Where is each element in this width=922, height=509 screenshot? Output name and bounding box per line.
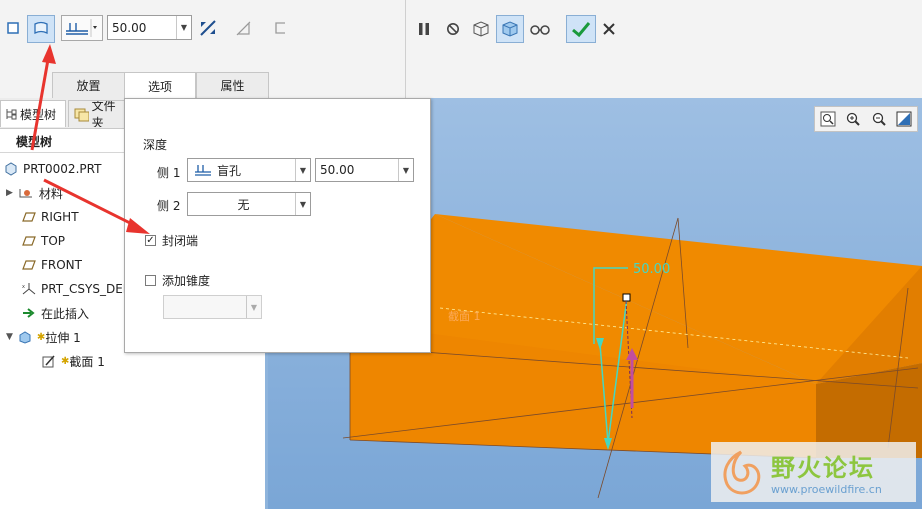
thicken-icon[interactable] <box>268 16 292 40</box>
depth-value[interactable]: 50.00 <box>108 21 176 35</box>
collapse-arrow-icon[interactable]: ▼ <box>6 332 13 342</box>
tree-item-material[interactable]: ▶ 材料 <box>6 183 63 203</box>
glasses-icon[interactable] <box>528 17 552 41</box>
tab-properties[interactable]: 属性 <box>196 72 269 98</box>
datum-plane-icon <box>22 260 36 270</box>
add-taper-option[interactable]: 添加锥度 <box>145 272 210 289</box>
tree-item-label: 拉伸 1 <box>45 330 81 345</box>
tree-root[interactable]: PRT0002.PRT <box>4 159 101 179</box>
tab-folder-label: 文件夹 <box>91 100 116 127</box>
expand-arrow-icon[interactable]: ▶ <box>6 188 13 198</box>
side1-depth-value[interactable]: 50.00 <box>316 163 398 177</box>
tree-item-label: TOP <box>41 234 66 248</box>
tree-item-label: FRONT <box>41 258 82 272</box>
chevron-down-icon[interactable]: ▼ <box>295 193 310 215</box>
tree-item-csys[interactable]: x PRT_CSYS_DEF <box>22 279 130 299</box>
depth-value-combo[interactable]: 50.00 ▼ <box>107 15 192 40</box>
tree-item-label: RIGHT <box>41 210 79 224</box>
svg-text:x: x <box>22 284 25 290</box>
options-panel: 深度 侧 1 盲孔 ▼ 50.00 ▼ 侧 2 无 ▼ ✓ 封闭端 添加锥度 ▼ <box>124 98 431 353</box>
folder-icon <box>74 108 89 122</box>
tab-options-label: 选项 <box>147 79 172 94</box>
watermark-name: 野火论坛 <box>771 454 875 482</box>
flip-direction-icon[interactable] <box>196 16 220 40</box>
datum-plane-icon <box>22 212 36 222</box>
dimension-label[interactable]: 50.00 <box>633 262 670 277</box>
tree-item-label: 在此插入 <box>41 306 90 321</box>
extrude-icon <box>19 331 31 344</box>
chevron-down-icon: ▼ <box>246 296 261 318</box>
material-icon <box>19 189 32 198</box>
zoom-in-icon[interactable] <box>845 111 861 127</box>
chevron-down-icon[interactable]: ▼ <box>176 16 191 39</box>
remove-material-icon[interactable] <box>231 16 255 40</box>
tree-item-right[interactable]: RIGHT <box>22 207 79 227</box>
new-feature-star-icon: ✱ <box>36 331 46 343</box>
csys-icon: x <box>22 283 36 295</box>
insert-arrow-icon <box>23 308 35 318</box>
tree-item-label: 材料 <box>38 186 63 201</box>
taper-angle-combo: ▼ <box>163 295 262 319</box>
refit-icon[interactable] <box>820 111 836 127</box>
tree-item-insert-here[interactable]: 在此插入 <box>22 303 89 323</box>
no-preview-icon[interactable] <box>441 17 465 41</box>
chevron-down-icon[interactable]: ▼ <box>398 159 413 181</box>
model-tree-header: 模型树 <box>16 135 53 149</box>
drag-handle[interactable] <box>622 293 631 302</box>
blind-depth-icon[interactable] <box>61 15 103 41</box>
surface-icon[interactable] <box>27 15 55 43</box>
solid-icon[interactable] <box>2 17 24 39</box>
side1-depth-value-combo[interactable]: 50.00 ▼ <box>315 158 414 182</box>
capped-ends-option[interactable]: ✓ 封闭端 <box>145 232 198 249</box>
tab-options[interactable]: 选项 <box>124 72 196 99</box>
add-taper-label: 添加锥度 <box>162 274 211 288</box>
side2-depth-type-select[interactable]: 无 ▼ <box>187 192 311 216</box>
datum-plane-icon <box>22 236 36 246</box>
chevron-down-icon[interactable]: ▼ <box>295 159 310 181</box>
pause-icon[interactable] <box>412 17 436 41</box>
tree-item-extrude[interactable]: ▼ ✱ 拉伸 1 <box>6 327 81 347</box>
side1-label: 侧 1 <box>157 166 181 180</box>
capped-ends-checkbox[interactable]: ✓ <box>145 235 156 246</box>
sketch-label: 截面 1 <box>448 309 481 323</box>
blind-depth-icon <box>195 165 211 176</box>
verify-icon[interactable] <box>496 15 524 43</box>
ribbon-divider <box>405 0 406 98</box>
side2-label: 侧 2 <box>157 199 181 213</box>
geometry-preview-icon[interactable] <box>469 17 493 41</box>
depth-label: 深度 <box>143 138 168 152</box>
tab-placement-label: 放置 <box>76 79 101 93</box>
watermark-url: www.proewildfire.cn <box>771 483 882 496</box>
tree-item-section[interactable]: ✱ 截面 1 <box>42 351 105 371</box>
tab-properties-label: 属性 <box>220 79 245 93</box>
model-tree-icon <box>6 109 17 120</box>
repaint-icon[interactable] <box>896 111 912 127</box>
new-feature-star-icon: ✱ <box>61 355 70 367</box>
view-toolbar <box>814 106 918 132</box>
part-icon <box>5 162 17 176</box>
tree-item-label: 截面 1 <box>69 354 105 369</box>
tree-item-top[interactable]: TOP <box>22 231 65 251</box>
tree-root-label: PRT0002.PRT <box>23 162 102 176</box>
tree-item-label: PRT_CSYS_DEF <box>41 282 130 296</box>
ok-check-icon[interactable] <box>566 15 596 43</box>
forum-watermark: 野火论坛 www.proewildfire.cn <box>711 442 916 502</box>
tab-folder-browser[interactable]: 文件夹 <box>68 100 128 127</box>
sketch-icon <box>42 355 55 368</box>
side1-depth-type-select[interactable]: 盲孔 ▼ <box>187 158 311 182</box>
cancel-x-icon[interactable] <box>598 17 620 41</box>
flame-logo-icon <box>723 450 761 495</box>
tab-model-tree-label: 模型树 <box>20 107 57 122</box>
add-taper-checkbox[interactable] <box>145 275 156 286</box>
side1-type-value: 盲孔 <box>217 163 242 178</box>
side2-type-value: 无 <box>237 197 250 212</box>
tab-model-tree[interactable]: 模型树 <box>0 100 66 127</box>
zoom-out-icon[interactable] <box>871 111 887 127</box>
tab-placement[interactable]: 放置 <box>52 72 125 98</box>
capped-ends-label: 封闭端 <box>162 234 199 248</box>
dashboard-ribbon: 50.00 ▼ 放置 选项 属性 <box>0 0 922 99</box>
tree-item-front[interactable]: FRONT <box>22 255 82 275</box>
